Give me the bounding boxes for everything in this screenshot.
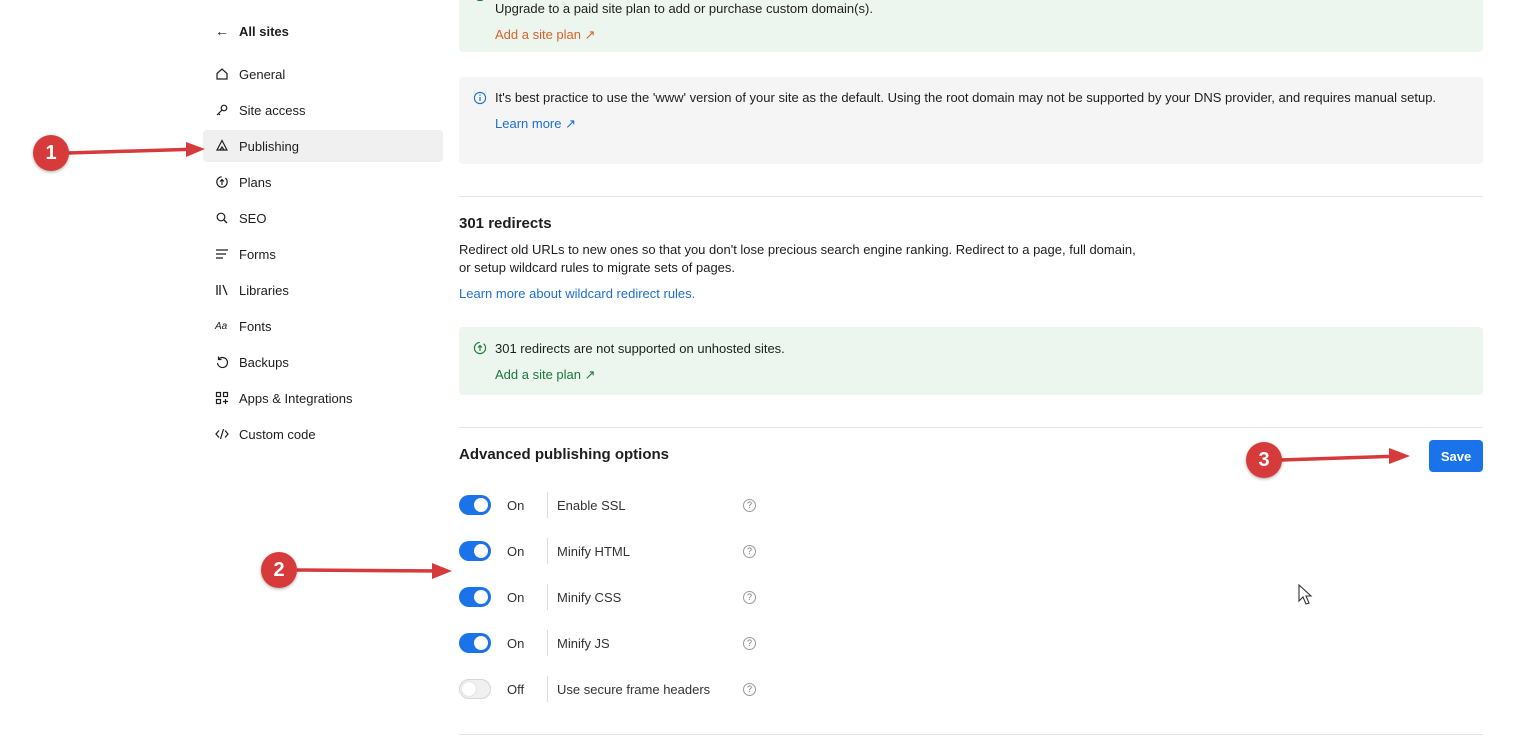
mouse-cursor-icon — [1298, 584, 1313, 605]
annotation-badge-2: 2 — [261, 552, 297, 588]
annotation-badge-1: 1 — [33, 135, 69, 171]
annotation-arrows — [67, 142, 1410, 579]
annotation-badge-3: 3 — [1246, 442, 1282, 478]
